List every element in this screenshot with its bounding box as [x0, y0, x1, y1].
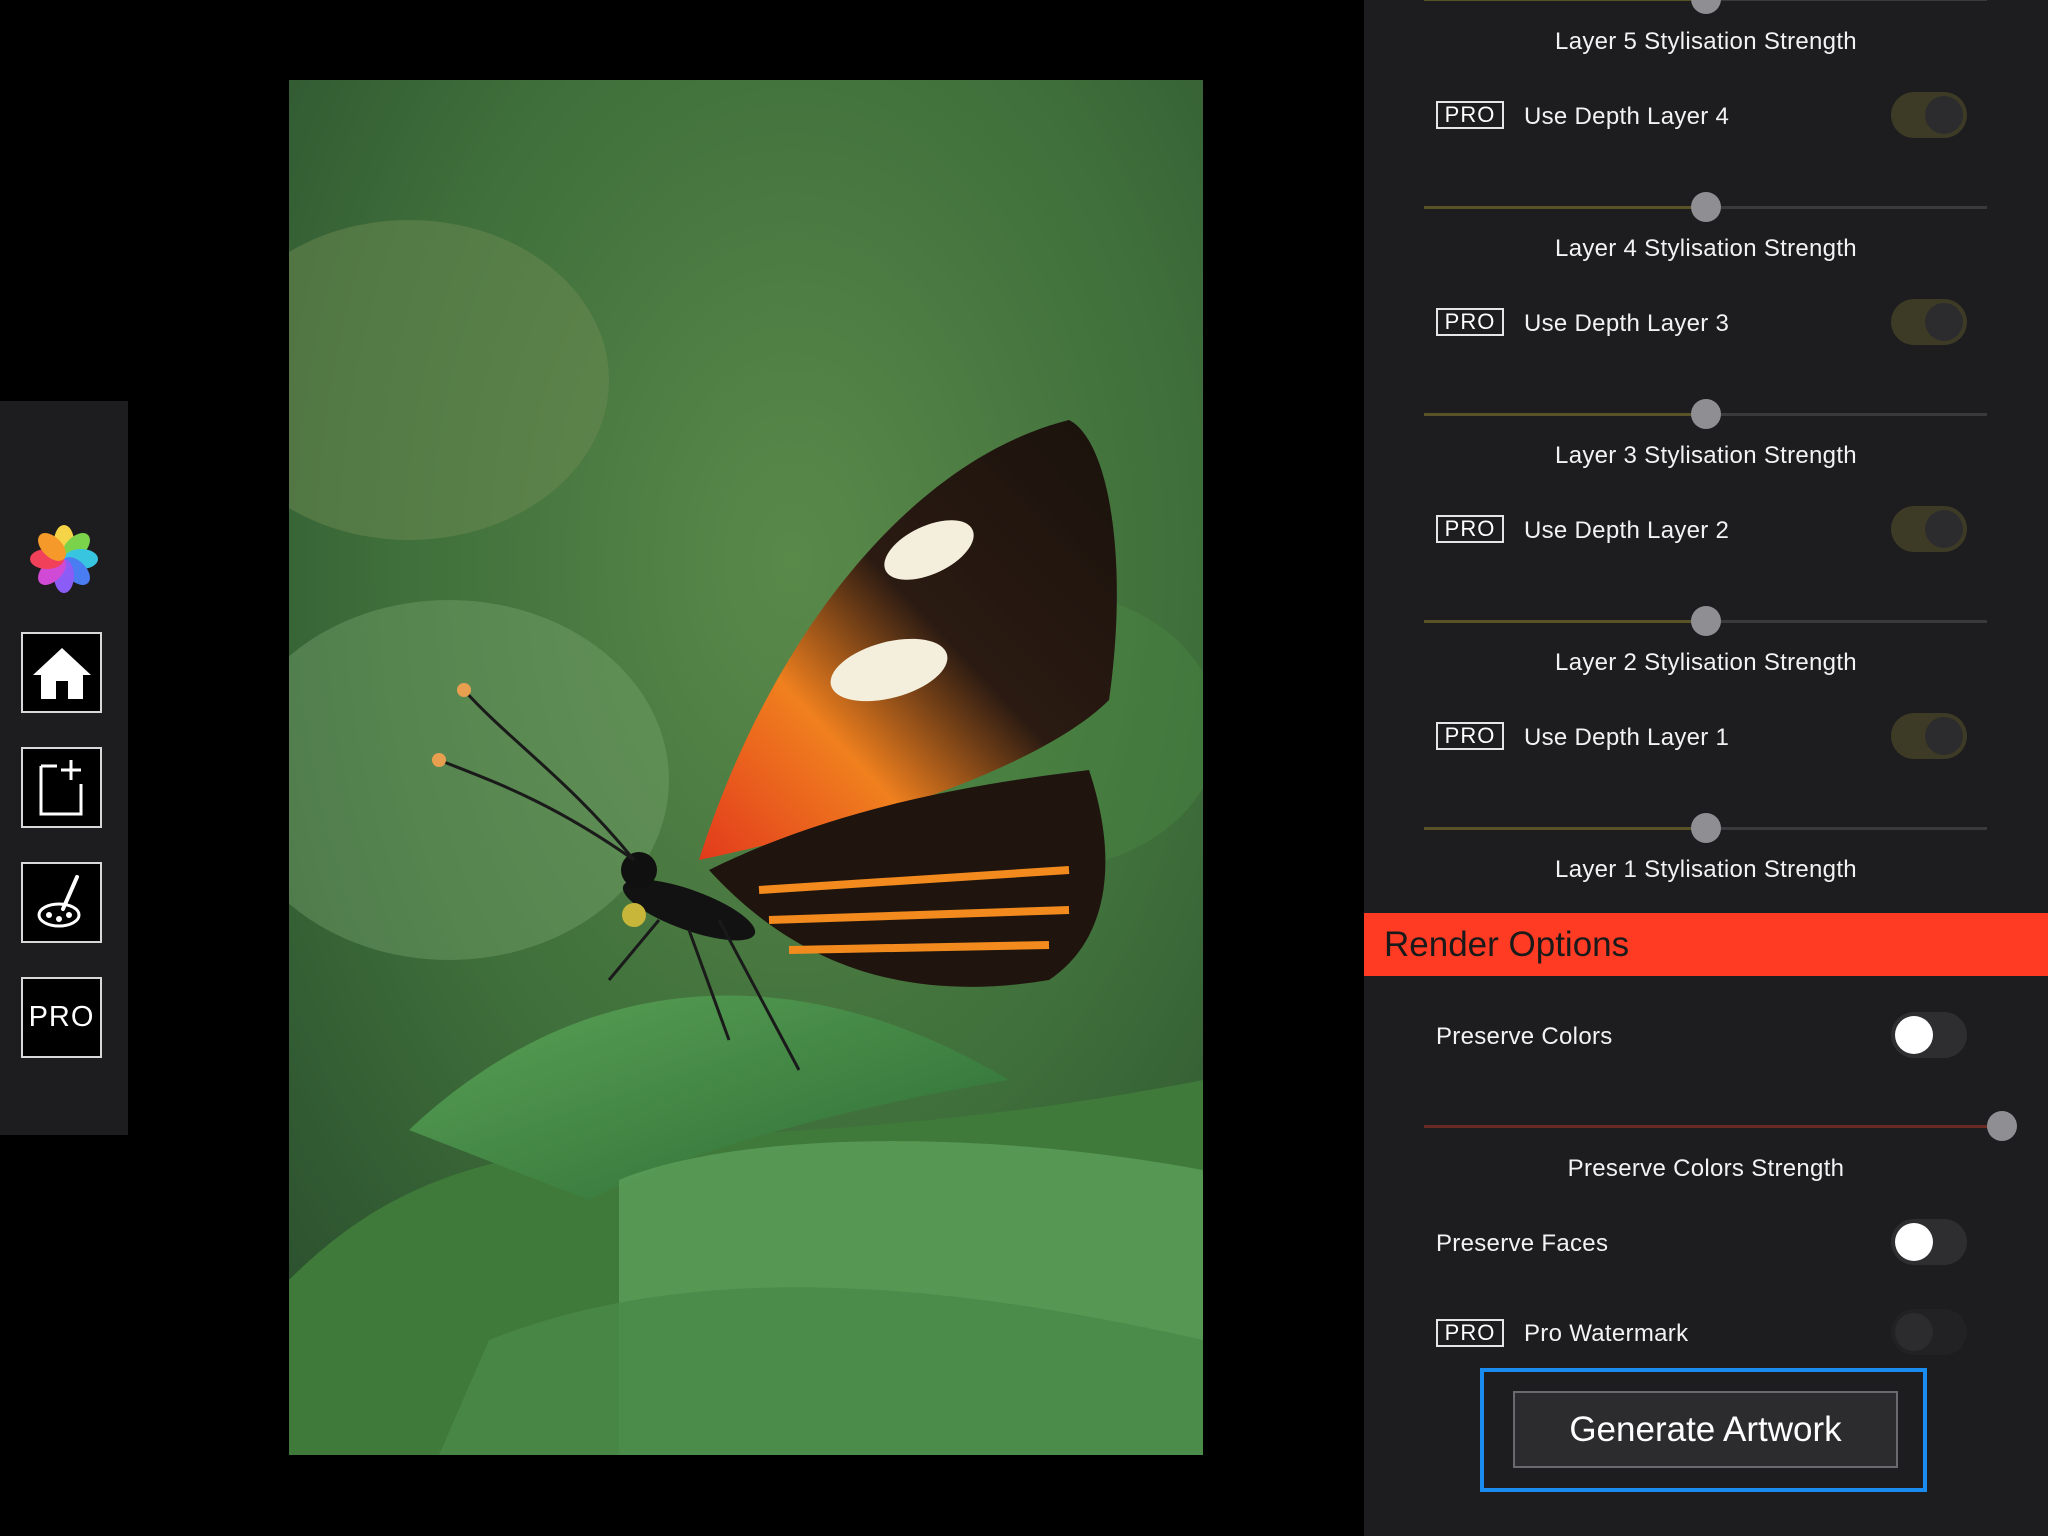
layer4-strength-slider[interactable]: [1424, 192, 1987, 222]
slider-thumb[interactable]: [1690, 813, 1721, 843]
preserve-faces-toggle[interactable]: [1891, 1219, 1967, 1265]
use-depth-layer2-label: Use Depth Layer 2: [1524, 517, 1730, 544]
render-options-header: Render Options: [1364, 913, 2048, 976]
preserve-colors-strength-slider[interactable]: [1424, 1111, 2017, 1141]
layer5-strength-label: Layer 5 Stylisation Strength: [1555, 28, 1857, 55]
pinwheel-logo-icon: [27, 522, 101, 596]
use-depth-layer1-toggle[interactable]: [1891, 713, 1967, 759]
home-icon: [32, 647, 91, 699]
preserve-colors-toggle[interactable]: [1891, 1012, 1967, 1058]
pro-button[interactable]: PRO: [21, 977, 102, 1058]
layer3-strength-slider[interactable]: [1424, 399, 1987, 429]
use-depth-layer4-label: Use Depth Layer 4: [1524, 103, 1730, 130]
pro-watermark-toggle[interactable]: [1891, 1309, 1967, 1355]
pro-watermark-label: Pro Watermark: [1524, 1320, 1689, 1347]
use-depth-layer2-toggle[interactable]: [1891, 506, 1967, 552]
slider-thumb[interactable]: [1987, 1111, 2017, 1141]
pro-badge: PRO: [1436, 308, 1504, 336]
pro-badge: PRO: [1436, 515, 1504, 543]
home-button[interactable]: [21, 632, 102, 713]
layer1-strength-label: Layer 1 Stylisation Strength: [1555, 856, 1857, 883]
butterfly-photo: [289, 80, 1203, 1455]
new-document-icon: [39, 759, 82, 815]
generate-artwork-button[interactable]: Generate Artwork: [1513, 1391, 1898, 1468]
layer1-strength-slider[interactable]: [1424, 813, 1987, 843]
pro-badge: PRO: [1436, 722, 1504, 750]
layer3-strength-label: Layer 3 Stylisation Strength: [1555, 442, 1857, 469]
use-depth-layer3-toggle[interactable]: [1891, 299, 1967, 345]
preserve-colors-strength-label: Preserve Colors Strength: [1567, 1155, 1845, 1182]
layer4-strength-label: Layer 4 Stylisation Strength: [1555, 235, 1857, 262]
pro-button-label: PRO: [28, 1001, 95, 1033]
use-depth-layer3-label: Use Depth Layer 3: [1524, 310, 1730, 337]
slider-thumb[interactable]: [1690, 399, 1721, 429]
use-depth-layer4-toggle[interactable]: [1891, 92, 1967, 138]
paint-palette-icon: [37, 874, 80, 927]
preserve-colors-label: Preserve Colors: [1436, 1023, 1613, 1050]
layer2-strength-slider[interactable]: [1424, 606, 1987, 636]
pro-badge: PRO: [1436, 1319, 1504, 1347]
slider-thumb[interactable]: [1690, 0, 1721, 14]
slider-thumb[interactable]: [1690, 192, 1721, 222]
use-depth-layer1-label: Use Depth Layer 1: [1524, 724, 1730, 751]
slider-thumb[interactable]: [1690, 606, 1721, 636]
pro-badge: PRO: [1436, 101, 1504, 129]
layer2-strength-label: Layer 2 Stylisation Strength: [1555, 649, 1857, 676]
settings-panel: Layer 5 Stylisation Strength PRO Use Dep…: [1364, 0, 2048, 1536]
new-document-button[interactable]: [21, 747, 102, 828]
layer5-strength-slider[interactable]: [1424, 0, 1987, 14]
preserve-faces-label: Preserve Faces: [1436, 1230, 1609, 1257]
style-button[interactable]: [21, 862, 102, 943]
render-options-title: Render Options: [1384, 925, 1630, 964]
